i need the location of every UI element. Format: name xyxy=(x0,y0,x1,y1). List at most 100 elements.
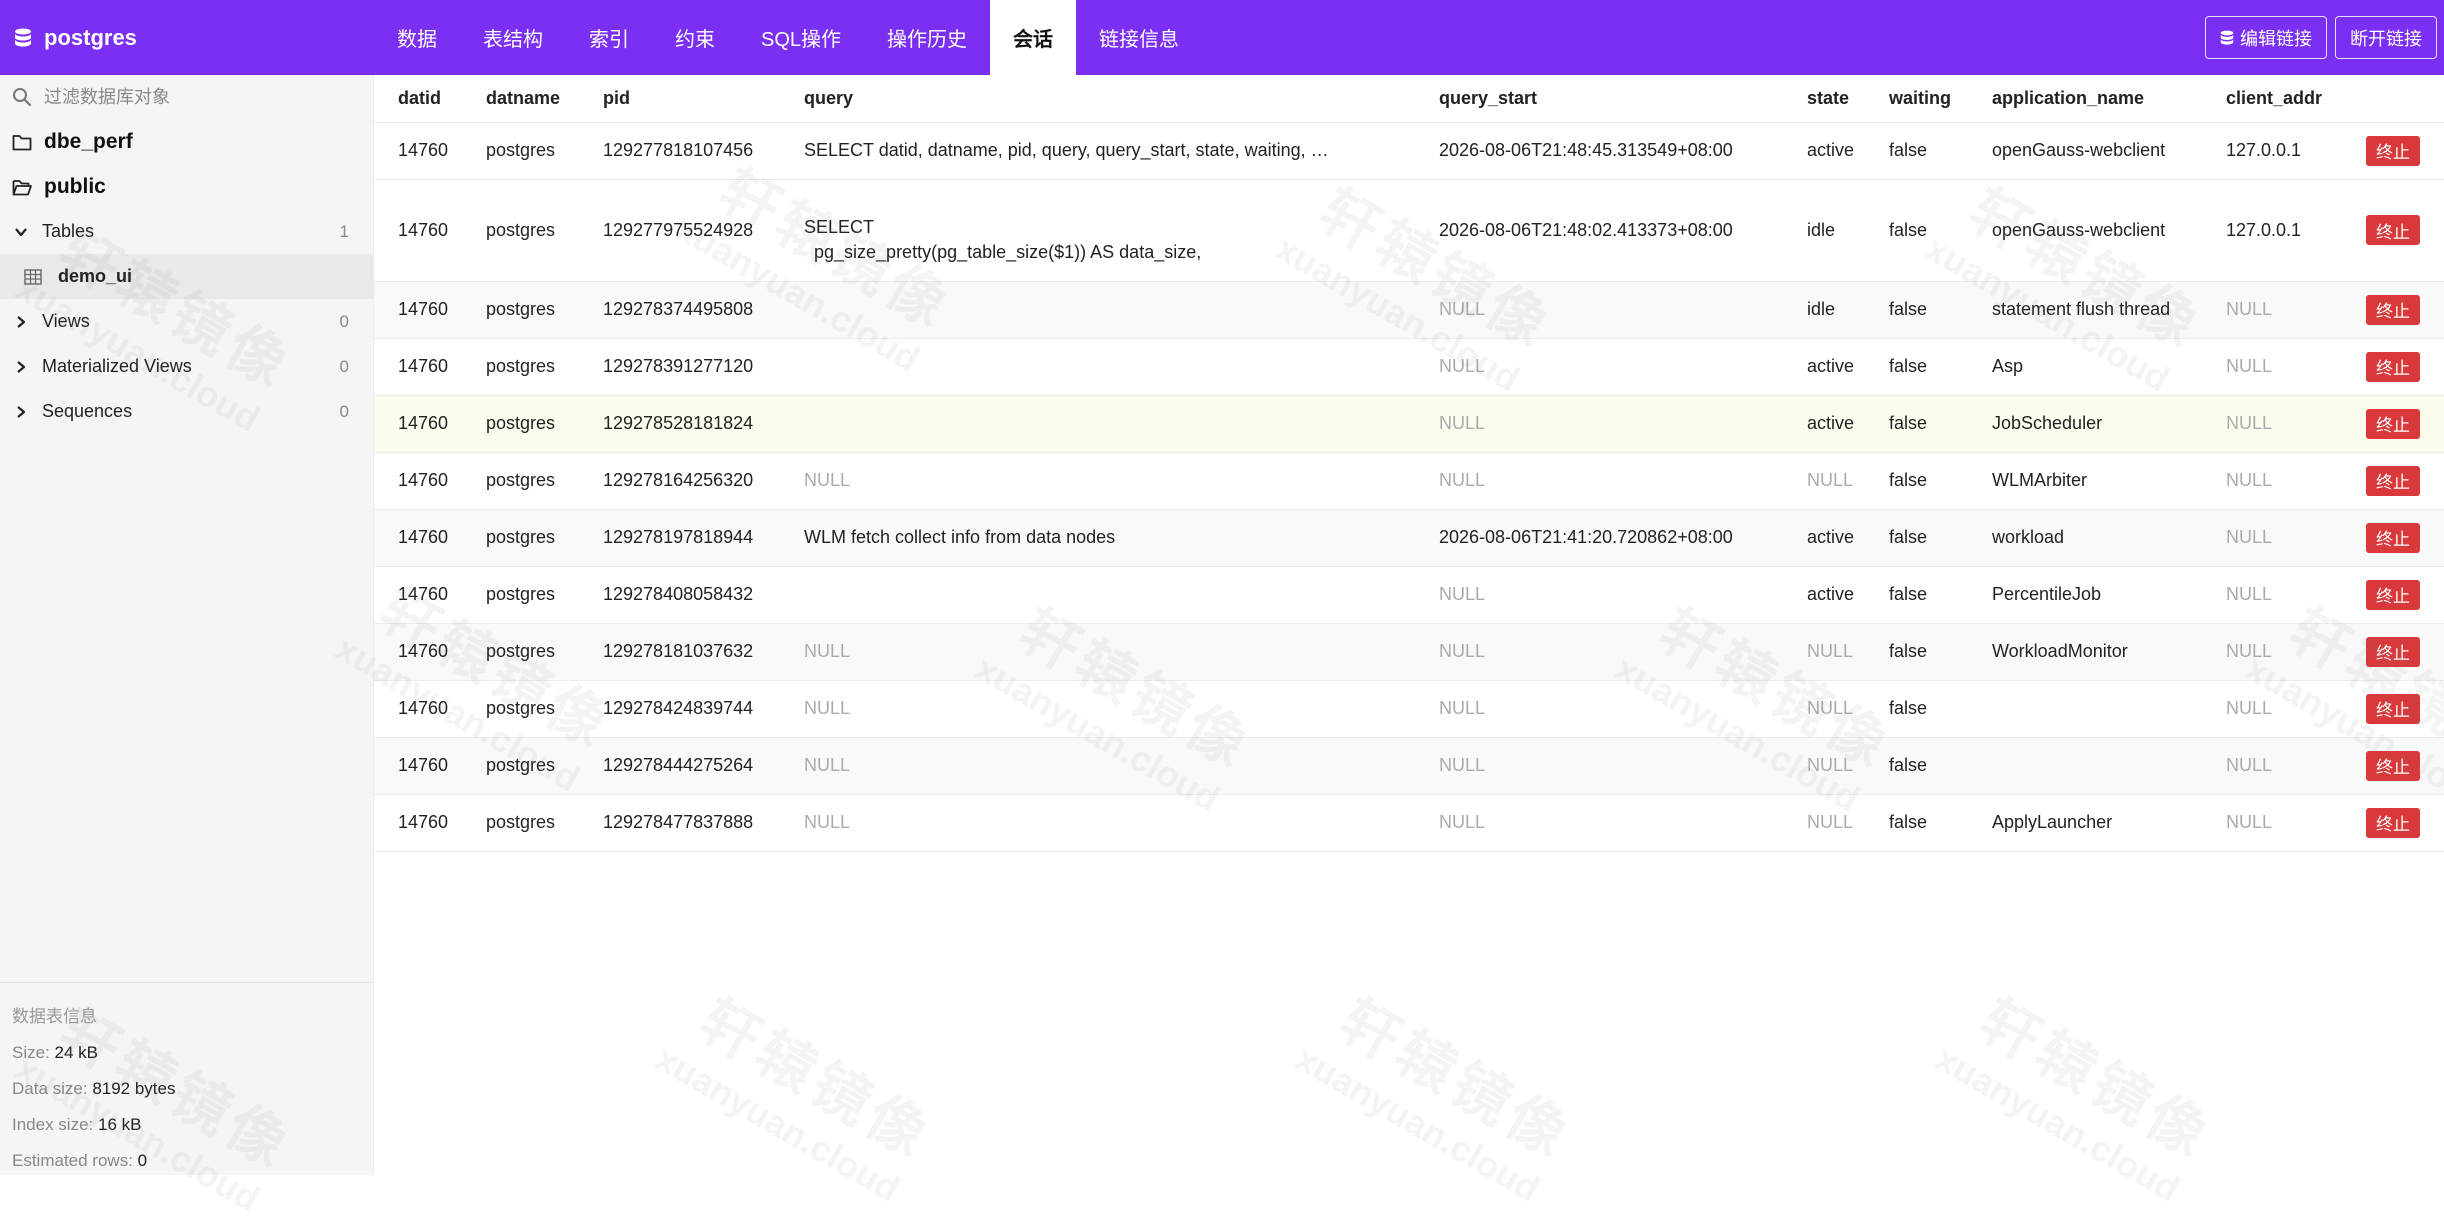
cell-pid: 129278391277120 xyxy=(579,338,780,396)
cell-query-start: 2026-08-06T21:48:02.413373+08:00 xyxy=(1415,179,1783,282)
cell-datname: postgres xyxy=(462,509,579,567)
cell-actions: 终止 xyxy=(2344,281,2444,339)
cell-query-start: NULL xyxy=(1415,338,1783,396)
tab-1[interactable]: 表结构 xyxy=(460,0,566,75)
chevron-right-icon xyxy=(17,405,26,418)
table-row[interactable]: 14760 postgres 129278197818944 WLM fetch co… xyxy=(374,509,2444,567)
cell-query-start: NULL xyxy=(1415,395,1783,453)
terminate-session-button[interactable]: 终止 xyxy=(2366,465,2420,496)
tree-materialized-views[interactable]: Materialized Views 0 xyxy=(0,344,373,389)
cell-actions: 终止 xyxy=(2344,566,2444,624)
cell-pid: 129278374495808 xyxy=(579,281,780,339)
tree-count: 0 xyxy=(339,356,349,376)
column-header-query_start[interactable]: query_start xyxy=(1415,75,1783,123)
cell-query-start: NULL xyxy=(1415,623,1783,681)
table-row[interactable]: 14760 postgres 129278477837888 NULL NULL NULL… xyxy=(374,794,2444,852)
cell-client-addr: 127.0.0.1 xyxy=(2202,179,2344,282)
cell-client-addr: NULL xyxy=(2202,680,2344,738)
cell-datid: 14760 xyxy=(374,623,462,681)
cell-query: NULL xyxy=(780,737,1415,795)
cell-waiting: false xyxy=(1865,122,1968,180)
column-header-datid[interactable]: datid xyxy=(374,75,462,123)
table-row[interactable]: 14760 postgres 129278164256320 NULL NULL NULL… xyxy=(374,452,2444,510)
cell-query xyxy=(780,566,1415,624)
terminate-session-button[interactable]: 终止 xyxy=(2366,807,2420,838)
brand[interactable]: postgres xyxy=(0,0,374,75)
terminate-session-button[interactable]: 终止 xyxy=(2366,135,2420,166)
object-filter xyxy=(0,75,373,119)
tab-3[interactable]: 约束 xyxy=(652,0,738,75)
column-header-state[interactable]: state xyxy=(1783,75,1865,123)
sessions-panel: datid datname pid query query_start state wait… xyxy=(374,75,2444,1175)
tab-4[interactable]: SQL操作 xyxy=(738,0,864,75)
tree-table-demo-ui[interactable]: demo_ui xyxy=(0,254,373,299)
terminate-session-button[interactable]: 终止 xyxy=(2366,522,2420,553)
cell-waiting: false xyxy=(1865,452,1968,510)
column-header-application_name[interactable]: application_name xyxy=(1968,75,2202,123)
cell-datname: postgres xyxy=(462,179,579,282)
cell-pid: 129278444275264 xyxy=(579,737,780,795)
table-row[interactable]: 14760 postgres 129277975524928 SELECT pg_si… xyxy=(374,179,2444,282)
cell-waiting: false xyxy=(1865,566,1968,624)
cell-actions: 终止 xyxy=(2344,122,2444,180)
table-row[interactable]: 14760 postgres 129277818107456 SELECT datid… xyxy=(374,122,2444,180)
terminate-session-button[interactable]: 终止 xyxy=(2366,215,2420,245)
tree-tables[interactable]: Tables 1 xyxy=(0,209,373,254)
table-row[interactable]: 14760 postgres 129278424839744 NULL NULL NULL… xyxy=(374,680,2444,738)
cell-datname: postgres xyxy=(462,452,579,510)
cell-application-name: WLMArbiter xyxy=(1968,452,2202,510)
table-row[interactable]: 14760 postgres 129278528181824 NULL active fa… xyxy=(374,395,2444,453)
tree-count: 1 xyxy=(339,221,349,241)
cell-pid: 129278424839744 xyxy=(579,680,780,738)
cell-application-name: PercentileJob xyxy=(1968,566,2202,624)
schema-public[interactable]: public xyxy=(0,164,373,209)
cell-waiting: false xyxy=(1865,794,1968,852)
cell-datname: postgres xyxy=(462,680,579,738)
cell-state: active xyxy=(1783,395,1865,453)
cell-waiting: false xyxy=(1865,395,1968,453)
object-filter-input[interactable] xyxy=(44,86,364,108)
tree-views[interactable]: Views 0 xyxy=(0,299,373,344)
column-header-client_addr[interactable]: client_addr xyxy=(2202,75,2344,123)
cell-actions: 终止 xyxy=(2344,179,2444,282)
terminate-session-button[interactable]: 终止 xyxy=(2366,636,2420,667)
terminate-session-button[interactable]: 终止 xyxy=(2366,750,2420,781)
folder-open-icon xyxy=(12,179,32,195)
terminate-session-button[interactable]: 终止 xyxy=(2366,693,2420,724)
terminate-session-button[interactable]: 终止 xyxy=(2366,408,2420,439)
cell-waiting: false xyxy=(1865,509,1968,567)
disconnect-label: 断开链接 xyxy=(2350,28,2422,49)
db-name: postgres xyxy=(44,24,137,50)
tab-0[interactable]: 数据 xyxy=(374,0,460,75)
column-header-pid[interactable]: pid xyxy=(579,75,780,123)
table-row[interactable]: 14760 postgres 129278408058432 NULL active fa… xyxy=(374,566,2444,624)
column-header-waiting[interactable]: waiting xyxy=(1865,75,1968,123)
tab-7[interactable]: 链接信息 xyxy=(1076,0,1202,75)
tab-2[interactable]: 索引 xyxy=(566,0,652,75)
edit-connection-button[interactable]: 编辑链接 xyxy=(2205,16,2327,59)
cell-query xyxy=(780,395,1415,453)
tab-6[interactable]: 会话 xyxy=(990,0,1077,75)
tree-count: 0 xyxy=(339,401,349,421)
schema-dbe-perf[interactable]: dbe_perf xyxy=(0,119,373,164)
column-header-datname[interactable]: datname xyxy=(462,75,579,123)
tab-5[interactable]: 操作历史 xyxy=(864,0,990,75)
column-header-query[interactable]: query xyxy=(780,75,1415,123)
cell-client-addr: NULL xyxy=(2202,737,2344,795)
table-row[interactable]: 14760 postgres 129278444275264 NULL NULL NULL… xyxy=(374,737,2444,795)
terminate-session-button[interactable]: 终止 xyxy=(2366,294,2420,325)
tree-sequences[interactable]: Sequences 0 xyxy=(0,389,373,434)
cell-client-addr: NULL xyxy=(2202,623,2344,681)
cell-actions: 终止 xyxy=(2344,623,2444,681)
edit-connection-label: 编辑链接 xyxy=(2240,28,2312,49)
cell-actions: 终止 xyxy=(2344,452,2444,510)
cell-datname: postgres xyxy=(462,623,579,681)
table-row[interactable]: 14760 postgres 129278391277120 NULL active fa… xyxy=(374,338,2444,396)
cell-datname: postgres xyxy=(462,794,579,852)
table-row[interactable]: 14760 postgres 129278374495808 NULL idle fals… xyxy=(374,281,2444,339)
disconnect-button[interactable]: 断开链接 xyxy=(2335,16,2437,59)
terminate-session-button[interactable]: 终止 xyxy=(2366,351,2420,382)
table-row[interactable]: 14760 postgres 129278181037632 NULL NULL NULL… xyxy=(374,623,2444,681)
terminate-session-button[interactable]: 终止 xyxy=(2366,579,2420,610)
cell-actions: 终止 xyxy=(2344,680,2444,738)
